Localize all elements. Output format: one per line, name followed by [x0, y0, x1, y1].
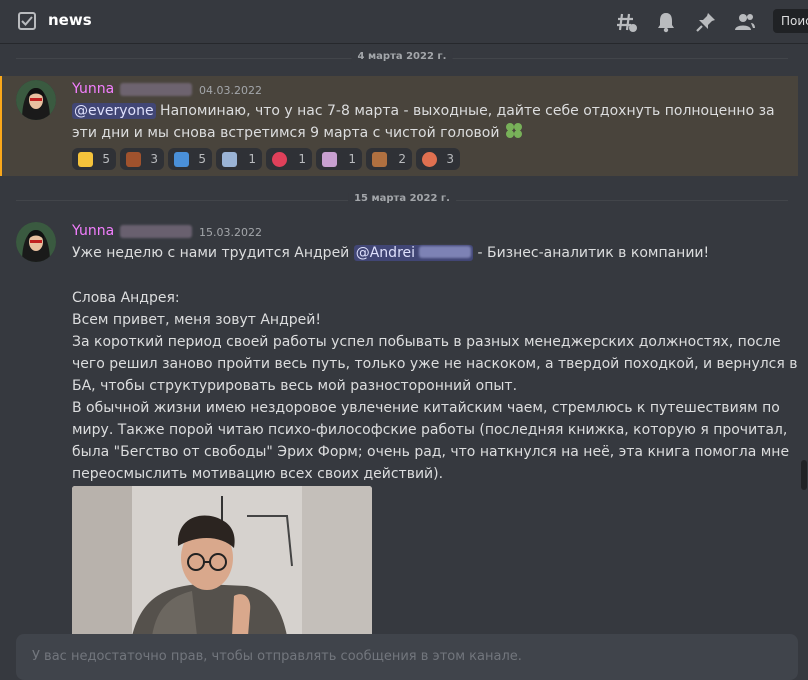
redacted-name — [120, 225, 192, 238]
search-input[interactable]: Поиск — [773, 9, 808, 33]
redacted-name — [120, 83, 192, 96]
message-line: В обычной жизни имею нездоровое увлечени… — [72, 400, 780, 416]
message-line: была "Бегство от свободы" Эрих Форм; оче… — [72, 444, 790, 460]
everyone-mention[interactable]: @everyone — [72, 103, 156, 119]
avatar[interactable] — [16, 80, 56, 120]
channel-header: news Поиск — [0, 0, 808, 44]
message-timestamp: 04.03.2022 — [199, 84, 262, 97]
message-line: БА, чтобы структурировать весь мой разно… — [72, 378, 518, 394]
channel-name: news — [48, 11, 92, 29]
members-icon[interactable] — [734, 11, 756, 33]
reaction-eye[interactable]: 3 — [416, 148, 460, 170]
date-divider: 15 марта 2022 г. — [16, 193, 788, 207]
user-mention[interactable]: @Andrei — [353, 245, 474, 261]
pin-icon[interactable] — [695, 11, 717, 33]
message-line: За короткий период своей работы успел по… — [72, 334, 781, 350]
composer-placeholder: У вас недостаточно прав, чтобы отправлят… — [32, 649, 522, 664]
painting-emoji-icon — [322, 152, 337, 167]
message-line: переосмыслить мотивацию всех своих дейст… — [72, 466, 444, 482]
reaction-painting[interactable]: 1 — [316, 148, 362, 170]
message-content: @everyone Напоминаю, что у нас 7-8 марта… — [72, 103, 775, 119]
reaction-ladder[interactable]: 2 — [366, 148, 412, 170]
threads-icon[interactable] — [616, 11, 638, 33]
message-line: миру. Также порой читаю психо-философски… — [72, 422, 788, 438]
reaction-person[interactable]: 3 — [120, 148, 164, 170]
flower-emoji-icon — [272, 152, 287, 167]
message-timestamp: 15.03.2022 — [199, 226, 262, 239]
scrollbar-thumb[interactable] — [801, 460, 807, 490]
message-line: Всем привет, меня зовут Андрей! — [72, 312, 321, 328]
face-palm-emoji-icon — [174, 152, 189, 167]
reaction-thumbs-up[interactable]: 5 — [72, 148, 116, 170]
person-emoji-icon — [126, 152, 141, 167]
message-content: эти дни и мы снова встретимся 9 марта с … — [72, 122, 524, 144]
four-leaf-clover-icon — [505, 123, 522, 138]
thumbs-up-icon — [78, 152, 93, 167]
ladder-emoji-icon — [372, 152, 387, 167]
bell-icon[interactable] — [655, 11, 677, 33]
message-author[interactable]: Yunna — [72, 81, 114, 97]
date-divider: 4 марта 2022 г. — [16, 51, 788, 65]
message-intro: Уже неделю с нами трудится Андрей @Andre… — [72, 245, 710, 261]
message-composer: У вас недостаточно прав, чтобы отправлят… — [16, 634, 798, 680]
sneaker-emoji-icon — [222, 152, 237, 167]
eye-emoji-icon — [422, 152, 437, 167]
message-line: чего решил заново пройти весь путь, толь… — [72, 356, 798, 372]
announcement-channel-icon — [18, 12, 36, 30]
reaction-sneaker[interactable]: 1 — [216, 148, 262, 170]
reaction-flower[interactable]: 1 — [266, 148, 312, 170]
message-author[interactable]: Yunna — [72, 223, 114, 239]
photo-attachment[interactable] — [72, 486, 372, 636]
message-line: Слова Андрея: — [72, 290, 180, 306]
reaction-face-palm[interactable]: 5 — [168, 148, 212, 170]
avatar[interactable] — [16, 222, 56, 262]
